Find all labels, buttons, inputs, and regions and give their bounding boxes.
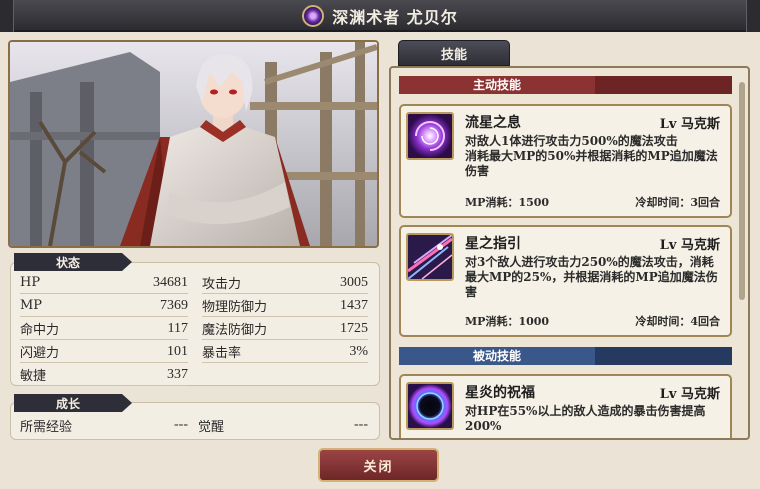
title-bar-right-edge bbox=[746, 0, 760, 32]
blue-black-hole-icon bbox=[406, 382, 454, 430]
stat-row-mp: MP 7369 bbox=[20, 295, 188, 317]
growth-row-exp: 所需经验 --- bbox=[20, 414, 188, 436]
skill-cooldown: 冷却时间：3回合 bbox=[635, 196, 720, 209]
skill-card-starflame-blessing[interactable]: 星炎的祝福 Lv 马克斯 对HP在55%以上的敌人造成的暴击伤害提高200% bbox=[399, 374, 732, 438]
skill-name: 星之指引 bbox=[465, 236, 521, 252]
skills-scrollbar[interactable] bbox=[739, 82, 745, 300]
stat-value: 117 bbox=[167, 320, 188, 336]
passive-skills-label: 被动技能 bbox=[399, 347, 595, 365]
skill-footer: MP消耗：1000 冷却时间：4回合 bbox=[465, 313, 720, 329]
title-bar: 深渊术者 尤贝尔 bbox=[0, 0, 760, 32]
stat-label: MP bbox=[20, 298, 43, 313]
stat-row-evasion: 闪避力 101 bbox=[20, 341, 188, 363]
status-section-tag: 状态 bbox=[14, 253, 132, 271]
growth-section-tag: 成长 bbox=[14, 394, 132, 412]
stat-value: 101 bbox=[167, 343, 188, 359]
stat-row-attack: 攻击力 3005 bbox=[202, 272, 368, 294]
stat-value: 337 bbox=[167, 366, 188, 382]
stat-row-magic-defense: 魔法防御力 1725 bbox=[202, 318, 368, 340]
growth-label: 觉醒 bbox=[198, 419, 225, 435]
stat-row-hp: HP 34681 bbox=[20, 272, 188, 294]
stat-row-accuracy: 命中力 117 bbox=[20, 318, 188, 340]
growth-label: 所需经验 bbox=[20, 419, 73, 435]
stat-value: 1725 bbox=[340, 320, 368, 336]
growth-row-awaken: 觉醒 --- bbox=[198, 414, 368, 436]
portrait-illustration bbox=[10, 42, 377, 246]
stat-row-agility: 敏捷 337 bbox=[20, 364, 188, 386]
stat-value: 1437 bbox=[340, 297, 368, 313]
stat-label: 魔法防御力 bbox=[202, 323, 268, 338]
star-streak-icon bbox=[406, 233, 454, 281]
close-button[interactable]: 关闭 bbox=[318, 448, 439, 482]
skill-level: Lv 马克斯 bbox=[659, 387, 720, 402]
skill-card-star-guidance[interactable]: 星之指引 Lv 马克斯 对3个敌人进行攻击力250%的魔法攻击，消耗最大MP的2… bbox=[399, 225, 732, 337]
purple-vortex-icon bbox=[406, 112, 454, 160]
skill-level: Lv 马克斯 bbox=[659, 117, 720, 132]
stat-label: 命中力 bbox=[20, 323, 60, 338]
active-skills-header: 主动技能 bbox=[399, 76, 732, 94]
stat-value: 34681 bbox=[153, 274, 188, 290]
skill-level: Lv 马克斯 bbox=[659, 238, 720, 253]
stat-label: 物理防御力 bbox=[202, 300, 268, 315]
skill-cooldown: 冷却时间：4回合 bbox=[635, 315, 720, 328]
stat-label: HP bbox=[20, 275, 41, 290]
skill-name: 星炎的祝福 bbox=[465, 385, 535, 401]
skill-description: 对HP在55%以上的敌人造成的暴击伤害提高200% bbox=[465, 404, 706, 433]
window-title: 深渊术者 尤贝尔 bbox=[332, 8, 458, 27]
stat-value: 3005 bbox=[340, 274, 368, 290]
skill-mp-cost: MP消耗：1500 bbox=[465, 196, 550, 209]
character-detail-window: 深渊术者 尤贝尔 状态 HP 34681 MP 7369 命中力 117 闪避力… bbox=[0, 0, 760, 489]
stat-row-crit-rate: 暴击率 3% bbox=[202, 341, 368, 363]
tab-skills[interactable]: 技能 bbox=[398, 40, 510, 66]
vortex-emblem-icon bbox=[302, 5, 325, 27]
stat-row-physical-defense: 物理防御力 1437 bbox=[202, 295, 368, 317]
character-portrait bbox=[8, 40, 379, 248]
stat-label: 敏捷 bbox=[20, 369, 47, 384]
active-skills-label: 主动技能 bbox=[399, 76, 595, 94]
passive-skills-header: 被动技能 bbox=[399, 347, 732, 365]
stat-value: 7369 bbox=[160, 297, 188, 313]
stat-label: 攻击力 bbox=[202, 277, 242, 292]
skill-mp-cost: MP消耗：1000 bbox=[465, 315, 550, 328]
growth-value: --- bbox=[174, 417, 188, 432]
skill-description: 对敌人1体进行攻击力500%的魔法攻击 消耗最大MP的50%并根据消耗的MP追加… bbox=[465, 134, 718, 178]
active-skills-bar-fill bbox=[595, 76, 732, 94]
skill-name: 流星之息 bbox=[465, 115, 521, 131]
title-group: 深渊术者 尤贝尔 bbox=[0, 0, 760, 32]
stat-label: 闪避力 bbox=[20, 346, 60, 361]
stat-label: 暴击率 bbox=[202, 346, 242, 361]
growth-value: --- bbox=[354, 417, 368, 432]
skill-description: 对3个敌人进行攻击力250%的魔法攻击，消耗最大MP的25%，并根据消耗的MP追… bbox=[465, 255, 718, 299]
skill-footer: MP消耗：1500 冷却时间：3回合 bbox=[465, 194, 720, 210]
passive-skills-bar-fill bbox=[595, 347, 732, 365]
skill-card-meteor-breath[interactable]: 流星之息 Lv 马克斯 对敌人1体进行攻击力500%的魔法攻击 消耗最大MP的5… bbox=[399, 104, 732, 218]
skills-panel: 主动技能 流星之息 Lv 马克斯 对敌人1体进行攻击力500%的魔法攻击 消耗最… bbox=[389, 66, 750, 440]
stat-value: 3% bbox=[349, 343, 368, 359]
